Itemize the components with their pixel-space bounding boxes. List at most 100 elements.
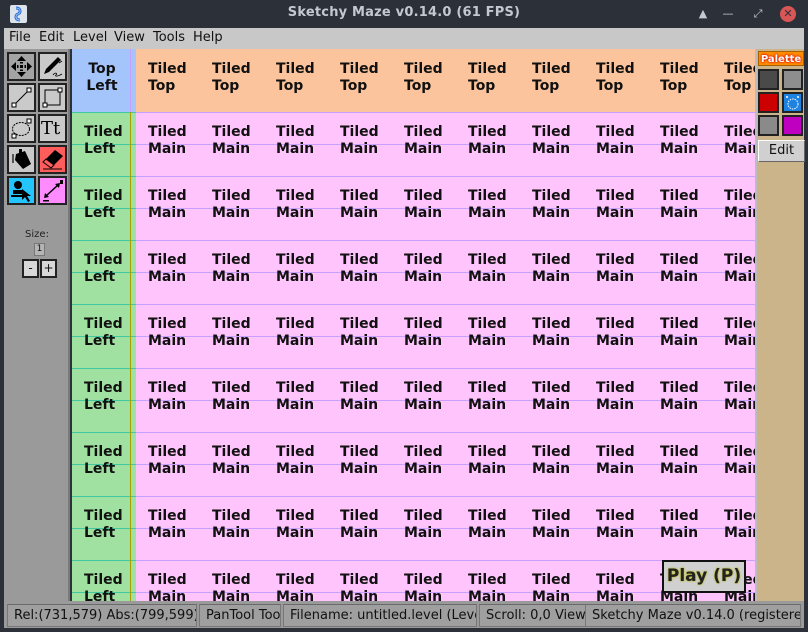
cell-text-line: Tiled [596, 508, 635, 524]
menu-help[interactable]: Help [193, 30, 223, 45]
main-cell: TiledMain [148, 316, 187, 350]
main-cell: TiledMain [468, 124, 507, 158]
cell-text-line: Main [276, 141, 315, 157]
cell-text-line: Main [148, 141, 187, 157]
menu-tools[interactable]: Tools [153, 30, 185, 45]
cell-text-line: Tiled [148, 252, 187, 268]
cell-text-line: Main [212, 269, 251, 285]
cell-text-line: Main [532, 589, 571, 601]
grid-line [72, 432, 136, 433]
move-arrows-icon [11, 56, 32, 77]
cell-text-line: Tiled [212, 444, 251, 460]
cell-text-line: Main [532, 397, 571, 413]
close-button[interactable]: ✕ [780, 6, 796, 22]
swatch-grey-stone[interactable] [782, 69, 803, 90]
level-canvas[interactable]: Top Left Tiled Top Tiled Top Tiled Top Tiled Top T… [72, 49, 755, 601]
main-cell: TiledMain [404, 252, 443, 286]
cell-text-line: Tiled [724, 252, 755, 268]
link-tool-button[interactable] [38, 176, 67, 205]
size-label: Size: [25, 229, 49, 240]
maximize-button[interactable]: ⤢ [750, 6, 766, 22]
cell-text-line: Main [212, 525, 251, 541]
cell-text-line: Tiled [660, 61, 699, 77]
cell-text-line: Tiled [148, 444, 187, 460]
cell-text-line: Tiled [276, 508, 315, 524]
swatch-magenta[interactable] [782, 115, 803, 136]
swatch-water[interactable] [782, 92, 803, 113]
cell-text-line: Main [724, 461, 755, 477]
main-cell: TiledMain [148, 124, 187, 158]
line-tool-button[interactable] [7, 83, 36, 112]
cell-text-line: Main [532, 525, 571, 541]
cell-text-line: Main [276, 461, 315, 477]
cell-text-line: Top [404, 78, 432, 94]
main-cell: TiledMain [596, 380, 635, 414]
cell-text-line: Main [724, 269, 755, 285]
cell-text-line: Tiled [84, 252, 123, 268]
main-cell: TiledMain [596, 572, 635, 601]
swatch-red[interactable] [758, 92, 779, 113]
fill-tool-button[interactable] [7, 145, 36, 174]
main-cell: TiledMain [468, 252, 507, 286]
top-cell: TiledTop [340, 61, 379, 95]
shade-button[interactable]: ▲ [695, 6, 711, 22]
cell-text-line: Tiled [148, 508, 187, 524]
cell-text-line: Main [340, 141, 379, 157]
ellipse-tool-button[interactable] [7, 114, 36, 143]
cell-text-line: Left [84, 525, 116, 541]
text-icon: Tt [41, 118, 61, 139]
main-cell: TiledMain [724, 188, 755, 222]
main-cell: TiledMain [276, 124, 315, 158]
cell-text-line: Main [532, 461, 571, 477]
cell-text-line: Tiled [724, 508, 755, 524]
title-bar[interactable]: Sketchy Maze v0.14.0 (61 FPS) ▲ — ⤢ ✕ [0, 0, 808, 28]
main-cell: TiledMain [148, 188, 187, 222]
top-cell: TiledTop [724, 61, 755, 95]
close-icon: ✕ [783, 7, 793, 20]
top-cell: TiledTop [276, 61, 315, 95]
menu-view[interactable]: View [114, 30, 145, 45]
main-cell: TiledMain [212, 380, 251, 414]
actor-tool-button[interactable] [7, 176, 36, 205]
menu-edit[interactable]: Edit [39, 30, 64, 45]
play-button[interactable]: Play (P) [662, 560, 746, 593]
cell-text-line: Tiled [84, 380, 123, 396]
cell-text-line: Main [276, 333, 315, 349]
grid-line [136, 240, 755, 241]
minimize-button[interactable]: — [720, 6, 736, 22]
menu-bar: File Edit Level View Tools Help [4, 28, 804, 49]
cell-text-line: Main [596, 461, 635, 477]
swatch-grey[interactable] [758, 115, 779, 136]
cell-text-line: Tiled [532, 188, 571, 204]
size-increase-button[interactable]: + [40, 259, 57, 278]
corner-cell: Top Left [72, 61, 132, 95]
cell-text-line: Main [468, 589, 507, 601]
cell-text-line: Main [340, 269, 379, 285]
main-cell: TiledMain [596, 252, 635, 286]
main-cell: TiledMain [724, 380, 755, 414]
menu-file[interactable]: File [9, 30, 31, 45]
cell-text-line: Main [212, 461, 251, 477]
cell-text-line: Main [468, 461, 507, 477]
cell-text-line: Tiled [84, 124, 123, 140]
main-cell: TiledMain [660, 316, 699, 350]
cell-text-line: Tiled [468, 252, 507, 268]
main-cell: TiledMain [532, 188, 571, 222]
cell-text-line: Tiled [468, 444, 507, 460]
menu-level[interactable]: Level [73, 30, 107, 45]
size-decrease-button[interactable]: - [22, 259, 39, 278]
swatch-dark-stone[interactable] [758, 69, 779, 90]
cell-text-line: Tiled [468, 508, 507, 524]
eraser-tool-button[interactable] [38, 145, 67, 174]
cell-text-line: Main [212, 333, 251, 349]
palette-edit-button[interactable]: Edit [758, 140, 805, 162]
pencil-tool-button[interactable] [38, 52, 67, 81]
main-cell: TiledMain [532, 508, 571, 542]
pan-tool-button[interactable] [7, 52, 36, 81]
cell-text-line: Tiled [276, 252, 315, 268]
rectangle-tool-button[interactable] [38, 83, 67, 112]
cell-text-line: Main [660, 333, 699, 349]
main-cell: TiledMain [404, 316, 443, 350]
text-tool-button[interactable]: Tt [38, 114, 67, 143]
main-cell: TiledMain [404, 508, 443, 542]
